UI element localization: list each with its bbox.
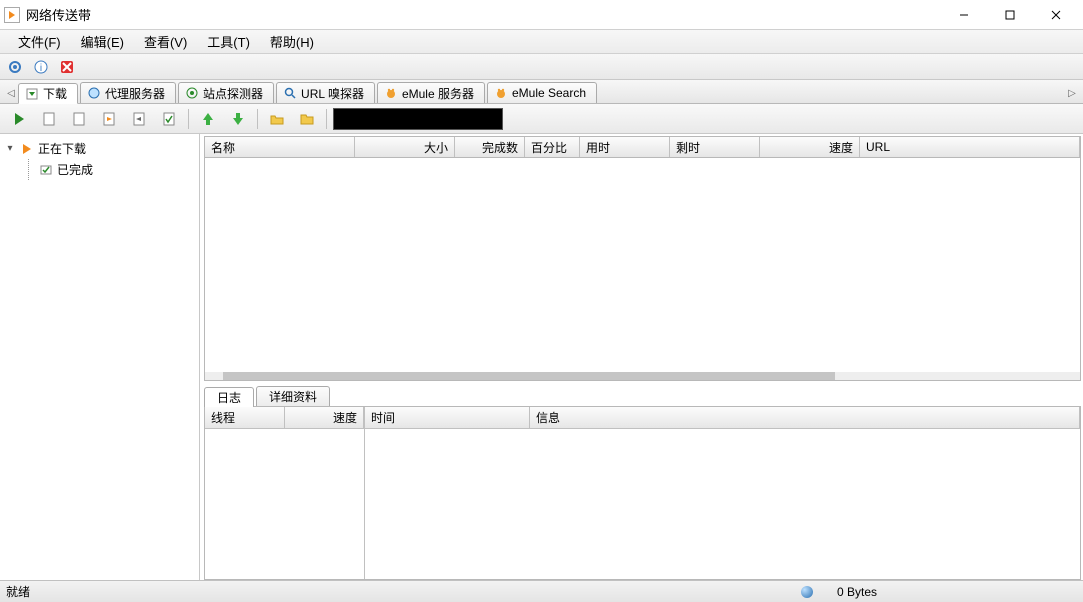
tab-emule-search-label: eMule Search: [512, 86, 586, 100]
tree-completed-label: 已完成: [57, 161, 93, 178]
completed-icon: [39, 163, 53, 177]
menu-edit[interactable]: 编辑(E): [71, 30, 134, 53]
col-remaining[interactable]: 剩时: [670, 137, 760, 157]
detail-body: 线程 速度 时间 信息: [204, 407, 1081, 580]
radar-icon: [185, 86, 199, 100]
main-toolbar: [0, 104, 1083, 134]
folder-button[interactable]: [294, 107, 320, 131]
emule-icon: [384, 86, 398, 100]
menu-view[interactable]: 查看(V): [134, 30, 197, 53]
status-ready: 就绪: [6, 583, 797, 600]
download-grid-body[interactable]: [204, 158, 1081, 381]
tab-scroll-left[interactable]: ◁: [4, 83, 18, 103]
globe-icon: [801, 586, 813, 598]
tab-url-sniffer[interactable]: URL 嗅探器: [276, 82, 375, 103]
stop-icon[interactable]: [56, 56, 78, 78]
tab-site-explorer[interactable]: 站点探测器: [178, 82, 274, 103]
col-elapsed[interactable]: 用时: [580, 137, 670, 157]
new-doc2-button[interactable]: [66, 107, 92, 131]
detail-right: 时间 信息: [365, 407, 1080, 579]
log-list[interactable]: [365, 429, 1080, 579]
settings-icon[interactable]: [4, 56, 26, 78]
tab-emule-server-label: eMule 服务器: [402, 85, 474, 102]
sidebar: ▾ 正在下载 已完成: [0, 134, 200, 580]
tab-download[interactable]: 下载: [18, 83, 78, 104]
tab-emule-server[interactable]: eMule 服务器: [377, 82, 485, 103]
col-thread[interactable]: 线程: [205, 407, 285, 428]
emule-search-icon: [494, 86, 508, 100]
menu-file[interactable]: 文件(F): [8, 30, 71, 53]
window-title: 网络传送带: [26, 5, 941, 24]
move-up-button[interactable]: [195, 107, 221, 131]
menubar: 文件(F) 编辑(E) 查看(V) 工具(T) 帮助(H): [0, 30, 1083, 54]
download-icon: [25, 87, 39, 101]
menu-tools[interactable]: 工具(T): [197, 30, 260, 53]
maximize-button[interactable]: [987, 1, 1033, 29]
move-down-button[interactable]: [225, 107, 251, 131]
col-done[interactable]: 完成数: [455, 137, 525, 157]
minimize-button[interactable]: [941, 1, 987, 29]
doc-play-button[interactable]: [96, 107, 122, 131]
tab-emule-search[interactable]: eMule Search: [487, 82, 597, 103]
col-message[interactable]: 信息: [530, 407, 1080, 428]
tab-scroll-right[interactable]: ▷: [1065, 83, 1079, 103]
start-button[interactable]: [6, 107, 32, 131]
app-icon: [4, 7, 20, 23]
col-time[interactable]: 时间: [365, 407, 530, 428]
tree-downloading[interactable]: ▾ 正在下载: [4, 138, 195, 159]
col-percent[interactable]: 百分比: [525, 137, 580, 157]
toolbar-small: i: [0, 54, 1083, 80]
doc-check-button[interactable]: [156, 107, 182, 131]
tree-downloading-label: 正在下载: [38, 140, 86, 157]
detail-tabs: 日志 详细资料: [204, 385, 1081, 407]
content-area: 名称 大小 完成数 百分比 用时 剩时 速度 URL 日志 详细资料 线程 速度: [200, 134, 1083, 580]
detail-pane: 日志 详细资料 线程 速度 时间 信息: [204, 385, 1081, 580]
tab-download-label: 下载: [43, 85, 67, 102]
open-folder-button[interactable]: [264, 107, 290, 131]
address-box[interactable]: [333, 108, 503, 130]
tab-proxy-label: 代理服务器: [105, 85, 165, 102]
magnifier-icon: [283, 86, 297, 100]
detail-tab-info[interactable]: 详细资料: [256, 386, 330, 406]
tabstrip: ◁ 下载 代理服务器 站点探测器 URL 嗅探器 eMule 服务器 eMule…: [0, 80, 1083, 104]
globe-icon: [87, 86, 101, 100]
col-thread-speed[interactable]: 速度: [285, 407, 364, 428]
workspace: ▾ 正在下载 已完成 名称 大小 完成数 百分比 用时 剩时 速度 URL: [0, 134, 1083, 580]
col-speed[interactable]: 速度: [760, 137, 860, 157]
menu-help[interactable]: 帮助(H): [260, 30, 324, 53]
status-bytes: 0 Bytes: [817, 585, 1077, 599]
col-name[interactable]: 名称: [205, 137, 355, 157]
help-icon[interactable]: i: [30, 56, 52, 78]
tab-url-sniffer-label: URL 嗅探器: [301, 85, 364, 102]
tree-completed[interactable]: 已完成: [39, 159, 195, 180]
expand-icon[interactable]: ▾: [4, 143, 16, 154]
titlebar: 网络传送带: [0, 0, 1083, 30]
grid-h-scrollbar[interactable]: [205, 372, 1080, 380]
close-button[interactable]: [1033, 1, 1079, 29]
detail-left: 线程 速度: [205, 407, 365, 579]
thread-list[interactable]: [205, 429, 364, 579]
doc-left-button[interactable]: [126, 107, 152, 131]
new-doc-button[interactable]: [36, 107, 62, 131]
window-controls: [941, 1, 1079, 29]
detail-tab-log[interactable]: 日志: [204, 387, 254, 407]
col-url[interactable]: URL: [860, 137, 1080, 157]
download-grid-header: 名称 大小 完成数 百分比 用时 剩时 速度 URL: [204, 136, 1081, 158]
svg-text:i: i: [40, 63, 42, 74]
statusbar: 就绪 0 Bytes: [0, 580, 1083, 602]
tab-site-explorer-label: 站点探测器: [203, 85, 263, 102]
tab-proxy[interactable]: 代理服务器: [80, 82, 176, 103]
downloading-icon: [20, 142, 34, 156]
status-globe: [797, 586, 817, 598]
col-size[interactable]: 大小: [355, 137, 455, 157]
